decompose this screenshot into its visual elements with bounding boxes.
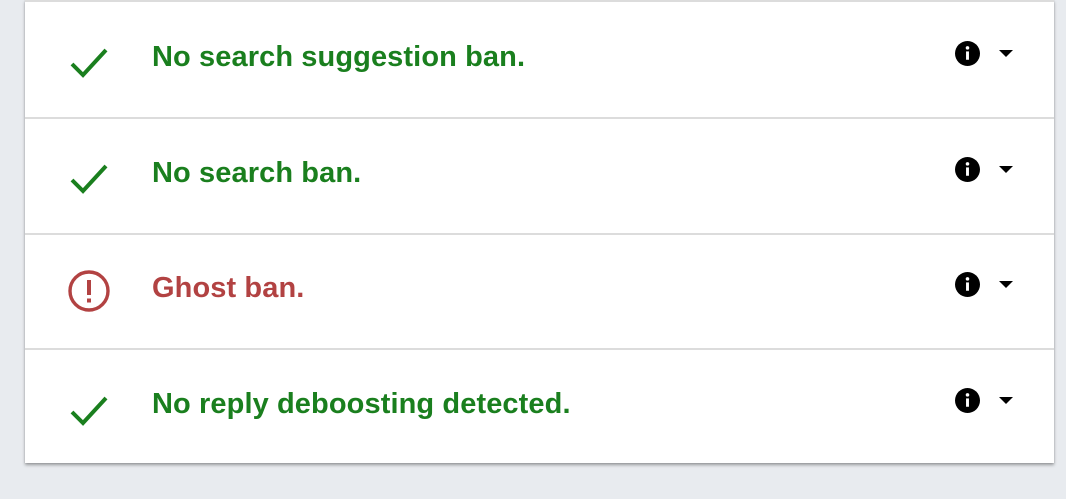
result-label: No reply deboosting detected.	[152, 388, 571, 420]
result-label: Ghost ban.	[152, 272, 305, 304]
info-icon[interactable]	[955, 41, 980, 66]
result-row-search-suggestion-ban[interactable]: No search suggestion ban.	[25, 0, 1054, 117]
alert-circle-icon	[67, 269, 111, 313]
info-icon[interactable]	[955, 388, 980, 413]
result-label: No search ban.	[152, 157, 362, 189]
info-icon[interactable]	[955, 272, 980, 297]
result-row-search-ban[interactable]: No search ban.	[25, 117, 1054, 233]
results-card: No search suggestion ban. No search ban.…	[25, 0, 1054, 463]
result-label: No search suggestion ban.	[152, 41, 526, 73]
chevron-down-icon[interactable]	[999, 397, 1013, 405]
info-icon[interactable]	[955, 157, 980, 182]
check-icon	[67, 156, 111, 200]
result-row-ghost-ban[interactable]: Ghost ban.	[25, 233, 1054, 348]
chevron-down-icon[interactable]	[999, 281, 1013, 289]
result-row-reply-deboosting[interactable]: No reply deboosting detected.	[25, 348, 1054, 463]
chevron-down-icon[interactable]	[999, 50, 1013, 58]
check-icon	[67, 40, 111, 84]
check-icon	[67, 388, 111, 432]
chevron-down-icon[interactable]	[999, 166, 1013, 174]
